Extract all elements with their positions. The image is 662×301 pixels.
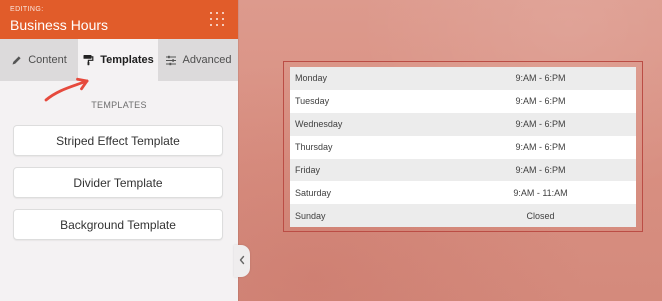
table-row: Monday 9:AM - 6:PM [290,67,636,90]
day-cell: Sunday [290,204,445,228]
background-template-button[interactable]: Background Template [13,209,223,240]
hours-cell: 9:AM - 11:AM [445,181,636,205]
section-label: TEMPLATES [91,100,147,110]
editing-kicker: EDITING: [10,6,44,13]
day-cell: Friday [290,158,445,182]
hours-cell: 9:AM - 6:PM [445,135,636,159]
day-cell: Saturday [290,181,445,205]
table-row: Friday 9:AM - 6:PM [290,158,636,182]
panel-header: EDITING: Business Hours [0,0,238,39]
hours-cell: 9:AM - 6:PM [445,67,636,90]
hours-cell: 9:AM - 6:PM [445,89,636,113]
hours-cell: Closed [445,204,636,228]
tab-advanced-label: Advanced [182,54,232,66]
sliders-icon [165,55,177,66]
annotation-arrow-icon [44,77,89,102]
day-cell: Wednesday [290,112,445,136]
tab-templates-label: Templates [100,54,154,66]
table-row: Tuesday 9:AM - 6:PM [290,89,636,113]
hours-cell: 9:AM - 6:PM [445,112,636,136]
business-hours-table: Monday 9:AM - 6:PM Tuesday 9:AM - 6:PM W… [290,67,636,228]
table-row: Thursday 9:AM - 6:PM [290,135,636,159]
tab-content-label: Content [28,54,67,66]
block-title: Business Hours [10,17,109,33]
table-row: Saturday 9:AM - 11:AM [290,181,636,205]
striped-effect-template-button[interactable]: Striped Effect Template [13,125,223,156]
tab-advanced[interactable]: Advanced [158,39,238,81]
chevron-left-icon [238,252,246,270]
day-cell: Tuesday [290,89,445,113]
collapse-panel-handle[interactable] [234,245,250,277]
divider-template-button[interactable]: Divider Template [13,167,223,198]
table-row: Sunday Closed [290,204,636,228]
hours-cell: 9:AM - 6:PM [445,158,636,182]
grid-dots-icon[interactable] [210,12,226,28]
panel-tabs: Content Templates Advanced [0,39,238,81]
table-row: Wednesday 9:AM - 6:PM [290,112,636,136]
day-cell: Thursday [290,135,445,159]
pencil-icon [11,55,22,66]
paint-roller-icon [82,54,94,66]
day-cell: Monday [290,67,445,90]
editor-panel: EDITING: Business Hours Content Template… [0,0,238,301]
